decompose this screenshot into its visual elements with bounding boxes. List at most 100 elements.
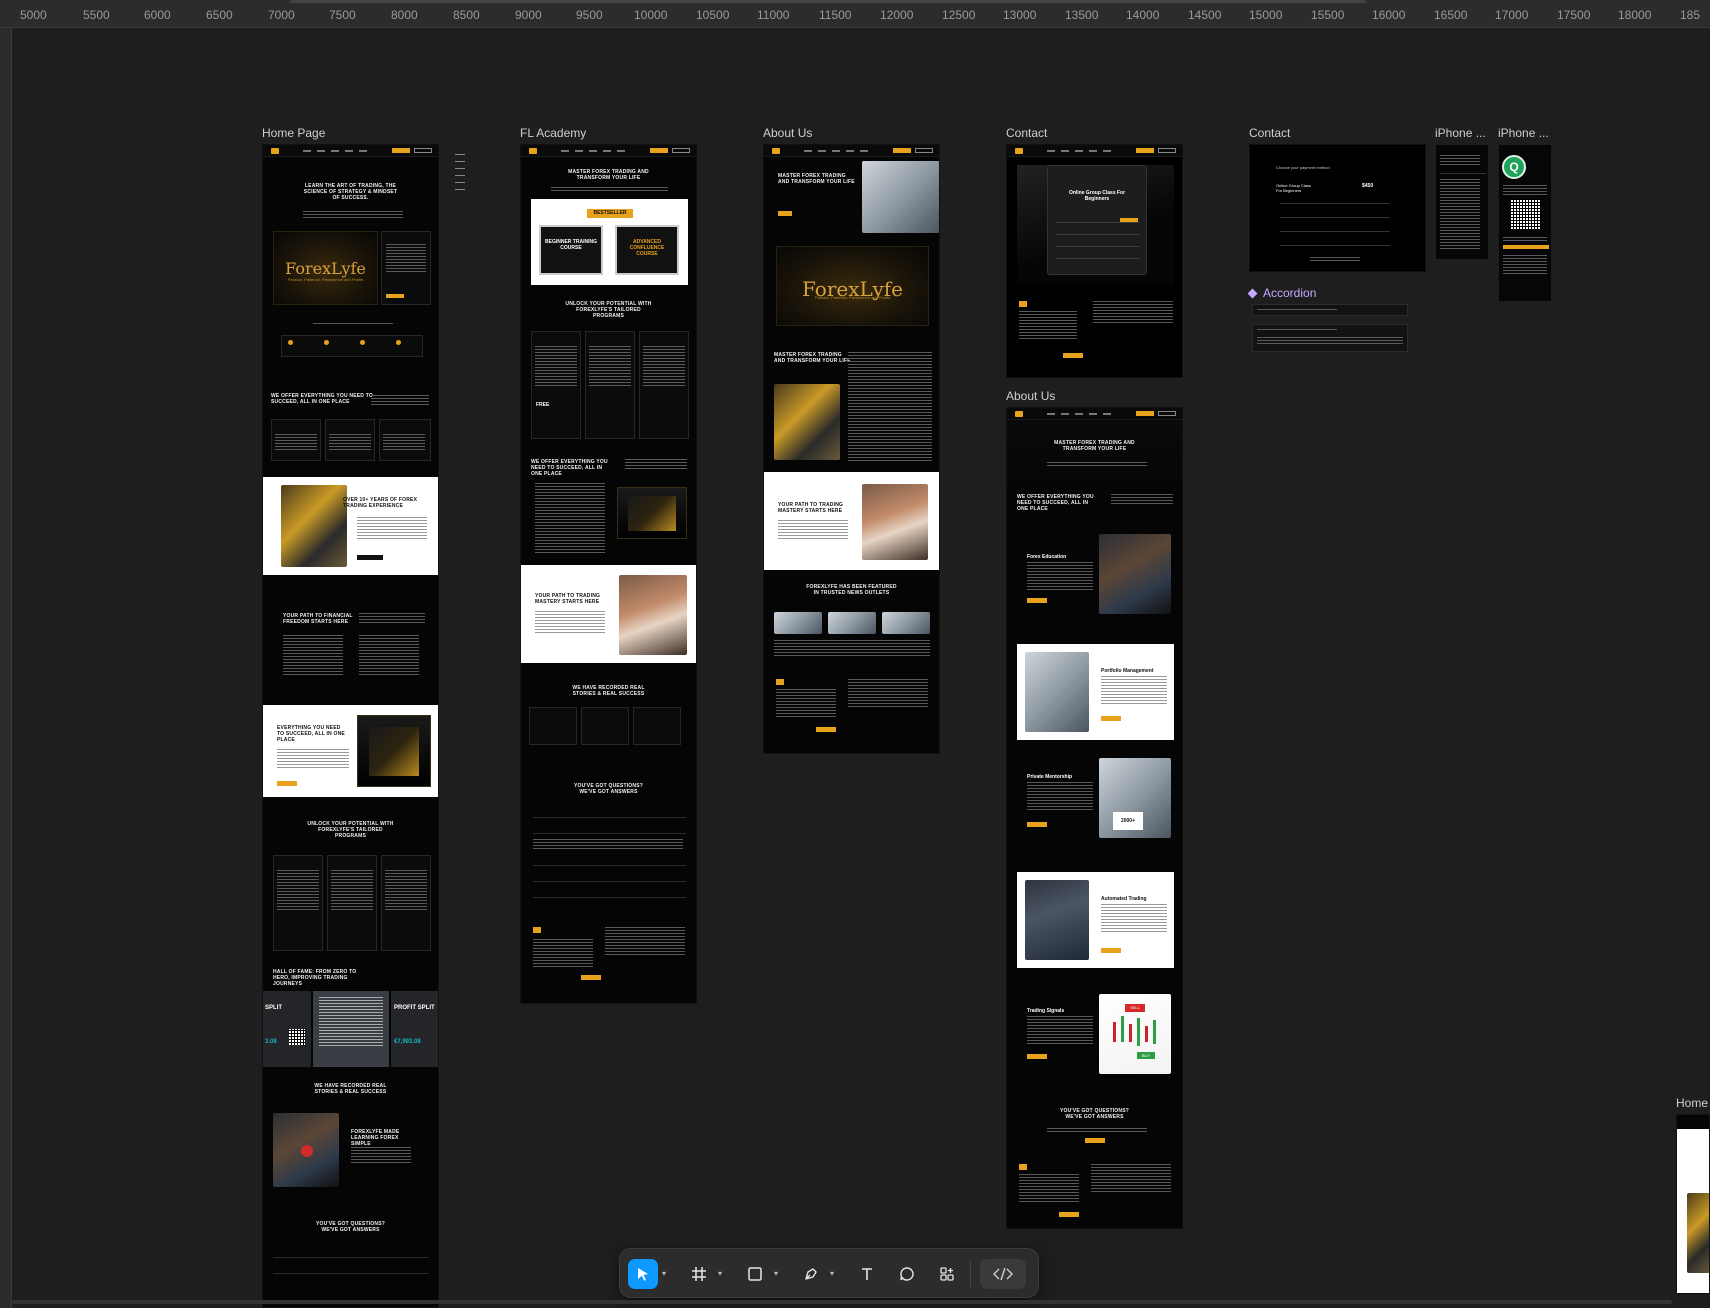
qr-code xyxy=(1511,199,1541,229)
everything-title: EVERYTHING YOU NEED TO SUCCEED, ALL IN O… xyxy=(277,725,345,743)
service-title: Private Mentorship xyxy=(1027,774,1073,780)
ruler-tick: 13500 xyxy=(1065,8,1099,22)
frame-home-partial[interactable] xyxy=(1676,1114,1710,1294)
horizontal-scrollbar[interactable] xyxy=(12,1300,1672,1304)
service-portfolio-management: Portfolio Management xyxy=(1017,644,1174,740)
path-section: YOUR PATH TO FINANCIAL FREEDOM STARTS HE… xyxy=(263,575,438,705)
actions-tool[interactable] xyxy=(932,1259,962,1289)
frame-contact[interactable]: Online Group Class For Beginners xyxy=(1006,144,1183,378)
car-photo xyxy=(281,485,347,567)
mentorship-stat: 2000+ xyxy=(1113,812,1143,830)
frame-tool[interactable] xyxy=(684,1259,714,1289)
course-bundle-image: BESTSELLER BEGINNER TRAINING COURSE ADVA… xyxy=(531,199,688,285)
ruler-tick: 15000 xyxy=(1249,8,1283,22)
about2-hero-title: MASTER FOREX TRADING AND TRANSFORM YOUR … xyxy=(1054,440,1135,452)
profit-card-2: PROFIT SPLIT €7,993.08 xyxy=(391,991,438,1067)
nav-bar xyxy=(263,145,438,157)
frame-about-us-2[interactable]: MASTER FOREX TRADING AND TRANSFORM YOUR … xyxy=(1006,407,1183,1229)
chevron-down-icon[interactable]: ▾ xyxy=(718,1269,722,1278)
service-title: Trading Signals xyxy=(1027,1008,1065,1014)
ruler-tick: 5000 xyxy=(20,8,47,22)
frame-label-about[interactable]: About Us xyxy=(763,126,812,140)
top-ruler: 5000 5500 6000 6500 7000 7500 8000 8500 … xyxy=(0,0,1710,28)
faq-section: YOU'VE GOT QUESTIONS? WE'VE GOT ANSWERS xyxy=(263,1221,438,1301)
hall-title: HALL OF FAME: FROM ZERO TO HERO, IMPROVI… xyxy=(273,969,357,987)
hall-of-fame-section: HALL OF FAME: FROM ZERO TO HERO, IMPROVI… xyxy=(263,965,438,1073)
video-thumbnail[interactable] xyxy=(273,1113,339,1187)
ruler-tick: 10000 xyxy=(634,8,668,22)
unlock-section: UNLOCK YOUR POTENTIAL WITH FOREXLYFE'S T… xyxy=(263,797,438,965)
beginner-course-mockup: BEGINNER TRAINING COURSE xyxy=(539,225,603,275)
frame-label-home[interactable]: Home Page xyxy=(262,126,325,140)
payment-heading: Choose your payment method xyxy=(1276,165,1330,170)
frame-label-iphone-1[interactable]: iPhone ... xyxy=(1435,126,1486,140)
academy-offer-title: WE OFFER EVERYTHING YOU NEED TO SUCCEED,… xyxy=(531,459,608,477)
beginner-card xyxy=(381,231,431,305)
everything-section: EVERYTHING YOU NEED TO SUCCEED, ALL IN O… xyxy=(263,705,438,797)
ruler-tick: 9500 xyxy=(576,8,603,22)
academy-stories-title: WE HAVE RECORDED REAL STORIES & REAL SUC… xyxy=(572,685,645,697)
brand-tagline: Passion, Patience, Persistence and Profi… xyxy=(287,276,364,282)
frame-label-academy[interactable]: FL Academy xyxy=(520,126,586,140)
move-tool[interactable] xyxy=(628,1259,658,1289)
top-scrollbar[interactable] xyxy=(290,0,1366,3)
side-nav-marker xyxy=(455,154,465,194)
modal-title: Online Group Class For Beginners xyxy=(1068,190,1126,202)
ruler-tick: 18000 xyxy=(1618,8,1652,22)
ruler-tick: 10500 xyxy=(696,8,730,22)
path-title: YOUR PATH TO FINANCIAL FREEDOM STARTS HE… xyxy=(283,613,353,625)
dev-mode-toggle[interactable] xyxy=(980,1259,1026,1289)
academy-hero: MASTER FOREX TRADING AND TRANSFORM YOUR … xyxy=(521,157,696,297)
shape-tool[interactable] xyxy=(740,1259,770,1289)
frame-label-contact-2[interactable]: Contact xyxy=(1249,126,1290,140)
accordion-item-collapsed[interactable] xyxy=(1252,304,1408,316)
frame-iphone-1[interactable] xyxy=(1435,144,1489,260)
frame-about-us[interactable]: MASTER FOREX TRADING AND TRANSFORM YOUR … xyxy=(763,144,940,754)
testimonial-card xyxy=(313,991,389,1067)
signals-chart: SELL BUY xyxy=(1099,994,1171,1074)
pen-icon xyxy=(805,1268,817,1280)
advanced-course-mockup: ADVANCED CONFLUENCE COURSE xyxy=(615,225,679,275)
experience-section: OVER 10+ YEARS OF FOREX TRADING EXPERIEN… xyxy=(263,477,438,575)
rectangle-icon xyxy=(748,1267,762,1281)
chevron-down-icon[interactable]: ▾ xyxy=(662,1269,666,1278)
frame-label-contact[interactable]: Contact xyxy=(1006,126,1047,140)
academy-unlock-title: UNLOCK YOUR POTENTIAL WITH FOREXLYFE'S T… xyxy=(565,301,652,319)
brand-logo-box: ForexLyfe Passion, Patience, Persistence… xyxy=(273,231,378,305)
text-tool[interactable] xyxy=(852,1259,882,1289)
play-icon[interactable] xyxy=(301,1145,313,1157)
chevron-down-icon[interactable]: ▾ xyxy=(774,1269,778,1278)
chevron-down-icon[interactable]: ▾ xyxy=(830,1269,834,1278)
frame-contact-payment[interactable]: Choose your payment method Online Group … xyxy=(1249,144,1426,272)
purchase-modal[interactable]: Online Group Class For Beginners xyxy=(1047,165,1147,275)
frame-home-page[interactable]: LEARN THE ART OF TRADING, THE SCIENCE OF… xyxy=(262,144,439,1308)
ruler-tick: 12500 xyxy=(942,8,976,22)
unlock-title: UNLOCK YOUR POTENTIAL WITH FOREXLYFE'S T… xyxy=(307,821,394,839)
collaborator-avatar[interactable]: Q xyxy=(1502,155,1526,179)
academy-offer: WE OFFER EVERYTHING YOU NEED TO SUCCEED,… xyxy=(521,447,696,565)
frame-label-iphone-2[interactable]: iPhone ... xyxy=(1498,126,1549,140)
frame-hash-icon xyxy=(692,1267,706,1281)
comment-tool[interactable] xyxy=(892,1259,922,1289)
ruler-tick: 11500 xyxy=(819,8,852,22)
about-brand-tagline: Passion, Patience, Persistence and Profi… xyxy=(814,295,891,301)
frame-label-about-2[interactable]: About Us xyxy=(1006,389,1055,403)
frame-label-home-partial[interactable]: Home xyxy=(1676,1096,1708,1110)
about-news: FOREXLYFE HAS BEEN FEATURED IN TRUSTED N… xyxy=(764,570,939,675)
about-news-title: FOREXLYFE HAS BEEN FEATURED IN TRUSTED N… xyxy=(806,584,897,596)
faq-title: YOU'VE GOT QUESTIONS? WE'VE GOT ANSWERS xyxy=(315,1221,385,1233)
component-icon xyxy=(1247,288,1258,298)
frame-fl-academy[interactable]: MASTER FOREX TRADING AND TRANSFORM YOUR … xyxy=(520,144,697,1004)
academy-faq: YOU'VE GOT QUESTIONS? WE'VE GOT ANSWERS xyxy=(521,761,696,921)
offer-title: WE OFFER EVERYTHING YOU NEED TO SUCCEED,… xyxy=(271,393,373,405)
academy-path-title: YOUR PATH TO TRADING MASTERY STARTS HERE xyxy=(535,593,601,605)
pen-tool[interactable] xyxy=(796,1259,826,1289)
accordion-item-expanded[interactable] xyxy=(1252,324,1408,352)
stories-title: WE HAVE RECORDED REAL STORIES & REAL SUC… xyxy=(314,1083,387,1095)
academy-faq-title: YOU'VE GOT QUESTIONS? WE'VE GOT ANSWERS xyxy=(573,783,643,795)
accordion-component-label[interactable]: Accordion xyxy=(1247,286,1316,300)
ruler-tick: 5500 xyxy=(83,8,110,22)
ruler-tick: 14000 xyxy=(1126,8,1160,22)
cursor-arrow-icon xyxy=(638,1268,648,1281)
academy-path: YOUR PATH TO TRADING MASTERY STARTS HERE xyxy=(521,565,696,663)
